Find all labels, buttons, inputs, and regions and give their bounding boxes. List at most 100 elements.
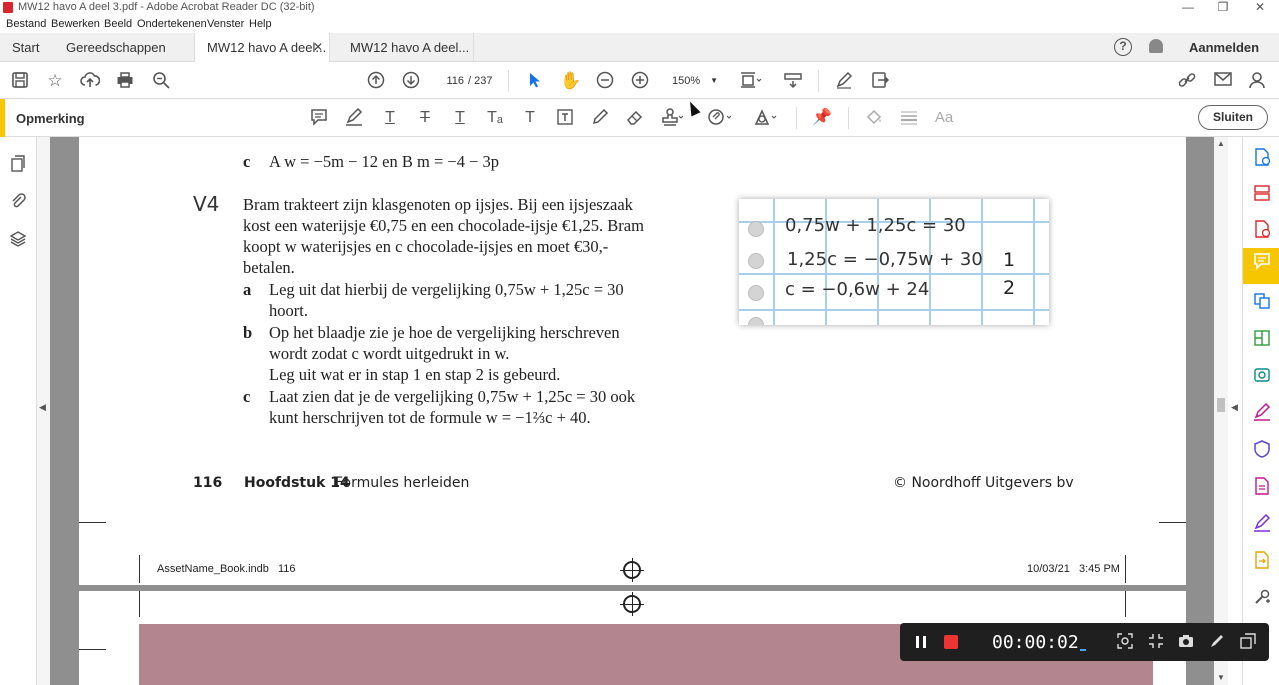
shapes-icon[interactable] [752,108,777,128]
binder-hole [748,317,764,325]
insert-text-icon[interactable]: Tₐ [485,108,505,128]
right-panel-toggle[interactable]: ◀ [1228,137,1242,685]
recording-timer: 00:00:02 [992,632,1079,653]
draw-pen-icon[interactable] [1208,633,1226,651]
slug-filename: AssetName_Book.indb [157,563,269,575]
prepare-form-icon[interactable] [1253,477,1271,495]
highlight-pen-icon[interactable] [344,107,364,128]
menu-bar: Bestand Bewerken Beeld Ondertekenen Vens… [0,16,1279,33]
tab-tools[interactable]: Gereedschappen [54,33,194,62]
mail-icon[interactable] [1213,71,1233,91]
restore-button[interactable]: ❐ [1213,0,1233,14]
slug-page: 116 [278,563,296,575]
attach-file-icon[interactable] [707,108,732,128]
left-panel-toggle[interactable]: ◀ [37,137,50,685]
search-zoom-icon[interactable] [151,71,171,91]
tab-start[interactable]: Start [0,33,54,62]
draw-pencil-icon[interactable] [590,108,610,128]
chevron-left-icon: ◀ [39,402,46,412]
replace-text-icon[interactable]: T̲ [450,108,470,128]
upload-cloud-icon[interactable] [80,71,101,91]
next-page-icon[interactable] [401,71,421,91]
scan-ocr-icon[interactable] [1253,366,1271,384]
stop-recording-icon[interactable] [944,635,958,649]
request-signature-icon[interactable] [1253,513,1271,532]
organize-pages-icon[interactable] [1253,184,1271,202]
menu-bestand[interactable]: Bestand [6,18,46,30]
crop-mark [139,555,140,583]
strikethrough-text-icon[interactable]: T [415,108,435,128]
pause-recording-icon[interactable] [916,636,926,648]
text-box-icon[interactable] [555,108,575,128]
page-number-input[interactable]: 116 [436,72,464,90]
font-size-icon[interactable]: Aa [934,108,954,128]
zoom-level-select[interactable]: 150% ▼ [664,72,722,90]
camera-icon[interactable] [1177,633,1195,651]
add-user-icon[interactable] [1248,71,1268,91]
page-thumbnails-icon[interactable] [9,155,27,173]
bell-icon[interactable] [1149,39,1163,53]
document-view[interactable]: c A w = −5m − 12 en B m = −4 − 3p V4 Bra… [50,137,1214,685]
menu-help[interactable]: Help [249,18,272,30]
crop-mark [1125,555,1126,583]
stamp-icon[interactable] [661,108,684,128]
create-pdf-icon[interactable] [1253,148,1271,166]
add-text-icon[interactable]: T [520,108,540,128]
eraser-icon[interactable] [625,108,645,128]
sticky-note-icon[interactable] [309,108,329,128]
scroll-up-icon[interactable]: ▲ [1217,139,1225,148]
send-for-comments-icon[interactable] [1253,551,1271,569]
prev-item-text: A w = −5m − 12 en B m = −4 − 3p [269,152,500,171]
screenshot-region-icon[interactable] [1116,633,1134,651]
slug-time: 3:45 PM [1079,563,1120,575]
tab-document-2[interactable]: MW12 havo A deel... [338,33,474,62]
close-tab-icon[interactable]: ✕ [313,33,323,62]
help-icon[interactable]: ? [1114,38,1132,56]
hand-tool-icon[interactable]: ✋ [560,71,581,91]
select-cursor-icon[interactable] [524,71,544,91]
menu-venster[interactable]: Venster [207,18,244,30]
protect-shield-icon[interactable] [1253,440,1271,458]
combine-files-icon[interactable] [1253,292,1271,310]
window-mode-icon[interactable] [1239,633,1257,651]
close-window-button[interactable]: ✕ [1250,0,1270,14]
question-a-line: hoort. [269,301,308,320]
fill-color-icon[interactable] [864,108,884,128]
previous-page-icon[interactable] [366,71,386,91]
send-document-icon[interactable] [870,71,890,91]
minimize-button[interactable]: — [1178,0,1198,14]
tab-document-1-label: MW12 havo A deel... [207,40,327,55]
line-weight-icon[interactable] [899,108,919,128]
sign-in-button[interactable]: Aanmelden [1189,33,1259,62]
scroll-mode-icon[interactable] [783,71,803,91]
attachments-icon[interactable] [9,192,27,210]
star-icon[interactable]: ☆ [45,71,65,91]
underline-text-icon[interactable]: T [380,108,400,128]
zoom-out-icon[interactable] [595,71,615,91]
crop-mark [1159,522,1186,523]
fill-sign-icon[interactable] [1253,402,1271,421]
tab-document-1[interactable]: MW12 havo A deel... ✕ [194,33,330,62]
close-comment-toolbar-button[interactable]: Sluiten [1198,105,1268,130]
edit-pdf-icon[interactable] [1253,329,1271,347]
vertical-scrollbar[interactable]: ▲ ▼ [1214,137,1228,685]
pin-icon[interactable]: 📌 [812,108,832,128]
print-icon[interactable] [115,71,135,91]
question-b-line: wordt zodat c wordt uitgedrukt in w. [269,344,510,363]
menu-beeld[interactable]: Beeld [104,18,132,30]
share-link-icon[interactable] [1177,71,1197,91]
comment-tool-icon[interactable] [1243,248,1279,284]
sign-pen-icon[interactable] [834,71,854,91]
crop-mark [139,591,140,617]
scrollbar-thumb[interactable] [1217,398,1225,412]
more-tools-icon[interactable] [1253,588,1271,606]
layers-icon[interactable] [9,230,27,248]
menu-bewerken[interactable]: Bewerken [51,18,100,30]
minimize-recorder-icon[interactable] [1147,633,1165,651]
export-pdf-icon[interactable] [1253,220,1271,238]
page-fit-icon[interactable] [740,71,762,91]
zoom-in-icon[interactable] [630,71,650,91]
save-icon[interactable] [10,71,30,91]
scroll-down-icon[interactable]: ▼ [1217,673,1225,682]
menu-ondertekenen[interactable]: Ondertekenen [137,18,207,30]
